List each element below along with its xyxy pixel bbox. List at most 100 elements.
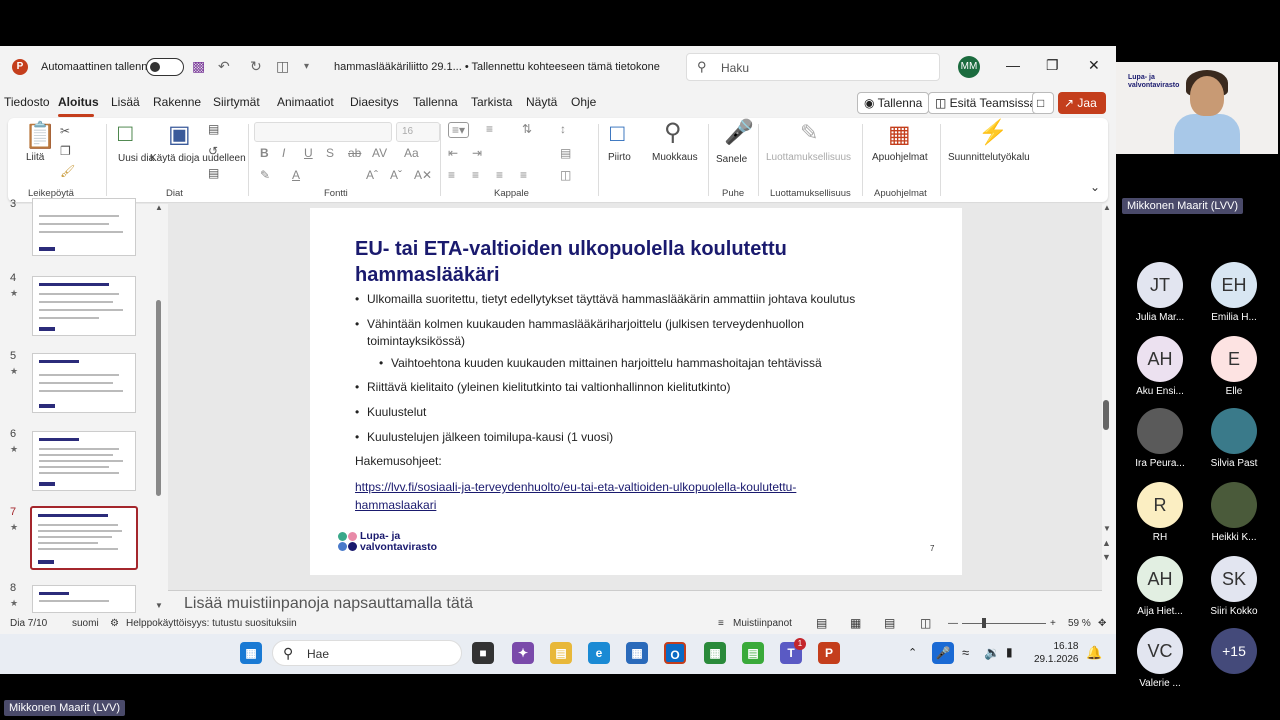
align-text-icon[interactable]: ▤ <box>560 146 571 160</box>
participant-tile[interactable]: Ira Peura... <box>1124 408 1196 469</box>
slide-thumbnail-7-selected[interactable] <box>30 506 138 570</box>
save-icon[interactable]: ▩ <box>192 58 205 75</box>
cut-icon[interactable]: ✂ <box>60 124 70 138</box>
strikethrough-icon[interactable]: ab <box>348 146 361 160</box>
undo-icon[interactable]: ↶ <box>218 58 230 75</box>
align-left-icon[interactable]: ≡ <box>448 168 455 182</box>
thumb-scroll-up-icon[interactable]: ▲ <box>155 203 163 212</box>
zoom-slider-thumb[interactable] <box>982 618 986 628</box>
tab-slideshow[interactable]: Diaesitys <box>350 95 399 109</box>
line-spacing-icon[interactable]: ⇅ <box>522 122 532 136</box>
collapse-ribbon-icon[interactable]: ⌄ <box>1090 180 1100 194</box>
participant-tile[interactable]: VC Valerie ... <box>1124 628 1196 689</box>
align-center-icon[interactable]: ≡ <box>472 168 479 182</box>
designer-icon[interactable]: ⚡ <box>978 118 1008 147</box>
task-view-icon[interactable]: ■ <box>472 642 494 664</box>
presenter-video[interactable]: Lupa- ja valvontavirasto <box>1116 62 1278 154</box>
taskbar-search[interactable]: ⚲ Hae <box>272 640 462 666</box>
reading-view-icon[interactable]: ▤ <box>884 616 895 630</box>
font-color-icon[interactable]: A <box>292 168 300 182</box>
dictate-label[interactable]: Sanele <box>716 154 747 165</box>
search-box[interactable]: ⚲ Haku <box>686 53 940 81</box>
underline-icon[interactable]: U <box>304 146 313 160</box>
numbering-icon[interactable]: ≡ <box>486 122 493 136</box>
align-right-icon[interactable]: ≡ <box>496 168 503 182</box>
zoom-out-icon[interactable]: — <box>948 618 958 629</box>
editing-search-icon[interactable]: ⚲ <box>664 118 682 147</box>
user-avatar[interactable]: MM <box>958 56 980 78</box>
share-button[interactable]: ↗ Jaa ▾ <box>1058 92 1106 132</box>
bullets-icon[interactable]: ≡▾ <box>448 122 470 138</box>
tab-design[interactable]: Rakenne <box>153 95 201 109</box>
participant-tile[interactable]: +15 <box>1198 628 1270 678</box>
thumb-scroll-down-icon[interactable]: ▼ <box>155 601 163 610</box>
redo-icon[interactable]: ↻ <box>250 58 262 75</box>
copilot-icon[interactable]: ✦ <box>512 642 534 664</box>
clock[interactable]: 16.18 29.1.2026 <box>1034 640 1079 666</box>
tab-file[interactable]: Tiedosto <box>4 95 50 109</box>
reset-icon[interactable]: ↺ <box>208 144 218 158</box>
addins-icon[interactable]: ▦ <box>888 120 911 149</box>
tab-animations[interactable]: Animaatiot <box>277 95 334 109</box>
tab-insert[interactable]: Lisää <box>111 95 140 109</box>
participant-tile[interactable]: AH Aku Ensi... <box>1124 336 1196 397</box>
excel-icon[interactable]: ▦ <box>704 642 726 664</box>
copy-icon[interactable]: ❐ <box>60 144 71 158</box>
notes-pane[interactable]: Lisää muistiinpanoja napsauttamalla tätä <box>168 590 1102 614</box>
comments-icon[interactable]: □ <box>1032 92 1054 114</box>
spacing-icon[interactable]: AV <box>372 146 387 160</box>
slideshow-icon[interactable]: ◫ <box>920 616 931 630</box>
edge-icon[interactable]: e <box>588 642 610 664</box>
layout-icon[interactable]: ▤ <box>208 122 219 136</box>
shadow-icon[interactable]: S <box>326 146 334 160</box>
tab-help[interactable]: Ohje <box>571 95 596 109</box>
slide-title[interactable]: EU- tai ETA-valtioiden ulkopuolella koul… <box>355 236 915 288</box>
increase-indent-icon[interactable]: ⇥ <box>472 146 482 160</box>
present-from-start-icon[interactable]: ◫ <box>276 58 289 75</box>
zoom-level[interactable]: 59 % <box>1068 618 1091 629</box>
slide-scroll-down-icon[interactable]: ▼ <box>1103 524 1111 533</box>
italic-icon[interactable]: I <box>282 146 285 160</box>
file-explorer-icon[interactable]: ▤ <box>550 642 572 664</box>
section-icon[interactable]: ▤ <box>208 166 219 180</box>
tab-transitions[interactable]: Siirtymät <box>213 95 260 109</box>
participant-tile[interactable]: R RH <box>1124 482 1196 543</box>
document-title[interactable]: hammaslääkäriliitto 29.1... • Tallennett… <box>334 61 660 73</box>
slide-thumbnail-6[interactable] <box>32 431 136 491</box>
sensitivity-icon[interactable]: ✎ <box>800 120 818 146</box>
show-hidden-icons[interactable]: ⌃ <box>908 646 917 659</box>
volume-icon[interactable]: 🔉 <box>984 645 1000 661</box>
store-icon[interactable]: ▦ <box>626 642 648 664</box>
notifications-icon[interactable]: 🔔 <box>1086 645 1102 661</box>
participant-tile[interactable]: Heikki K... <box>1198 482 1270 543</box>
fit-slide-icon[interactable]: ✥ <box>1098 618 1106 629</box>
zoom-in-icon[interactable]: + <box>1050 618 1056 629</box>
paste-icon[interactable]: 📋 <box>24 120 56 151</box>
thumbnail-scrollbar[interactable] <box>156 208 162 600</box>
microphone-icon[interactable]: 🎤 <box>724 118 754 147</box>
font-size-box[interactable]: 16 <box>396 122 440 142</box>
participant-tile[interactable]: JT Julia Mar... <box>1124 262 1196 323</box>
restore-icon[interactable]: ❐ <box>1046 57 1059 74</box>
decrease-indent-icon[interactable]: ⇤ <box>448 146 458 160</box>
new-slide-icon[interactable]: □ <box>118 120 133 148</box>
slide-thumbnail-4[interactable] <box>32 276 136 336</box>
decrease-font-icon[interactable]: Aˇ <box>390 168 402 182</box>
close-icon[interactable]: ✕ <box>1088 57 1100 74</box>
editing-label[interactable]: Muokkaus <box>652 152 698 163</box>
current-slide[interactable]: EU- tai ETA-valtioiden ulkopuolella koul… <box>310 208 962 575</box>
start-icon[interactable]: ▦ <box>240 642 262 664</box>
reuse-slides-icon[interactable]: ▣ <box>168 120 191 149</box>
justify-icon[interactable]: ≡ <box>520 168 527 182</box>
drawing-label[interactable]: Piirto <box>608 152 631 163</box>
slide-scroll-up-icon[interactable]: ▲ <box>1103 203 1111 212</box>
zoom-slider[interactable] <box>962 623 1046 624</box>
slide-sorter-icon[interactable]: ▦ <box>850 616 861 630</box>
microphone-tray-icon[interactable]: 🎤 <box>932 642 954 664</box>
font-name-box[interactable] <box>254 122 392 142</box>
autosave-toggle[interactable] <box>146 58 184 76</box>
reuse-slides-label[interactable]: Käytä dioja uudelleen <box>150 152 246 165</box>
change-case-icon[interactable]: Aa <box>404 146 419 160</box>
wifi-icon[interactable]: ≈ <box>962 645 969 660</box>
slide-thumbnail-5[interactable] <box>32 353 136 413</box>
